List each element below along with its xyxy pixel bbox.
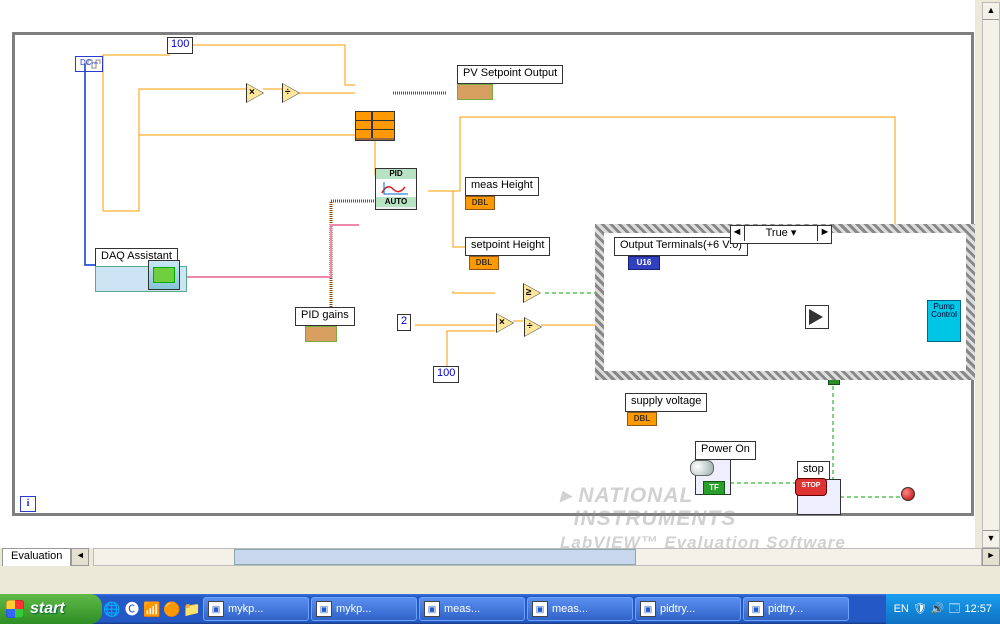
quick-launch-3[interactable]: 🟠 xyxy=(162,594,182,624)
output-terminals-terminal[interactable]: U16 xyxy=(628,256,660,270)
diagram-canvas[interactable]: 100 2 100 0 × ÷ × ÷ ≥ ≥ PV Setpoint Outp… xyxy=(0,0,975,548)
case-value: True ▾ xyxy=(766,227,797,239)
stop-button[interactable]: STOP xyxy=(795,478,827,496)
case-structure[interactable]: Output Terminals(+6 V:0) U16 xyxy=(595,224,975,380)
tray-icon-2[interactable]: 🗔 xyxy=(949,603,961,615)
constant-2[interactable]: 2 xyxy=(397,314,411,331)
tray-icon-0[interactable]: 🛡 xyxy=(913,603,927,615)
labview-icon: ▣ xyxy=(532,601,548,617)
bottom-tab-bar: Evaluation ◄ ► xyxy=(0,548,1000,566)
windows-taskbar[interactable]: start 🌐🅒📶🟠📁 ▣mykp...▣mykp...▣meas...▣mea… xyxy=(0,594,1000,624)
pid-bot-text: AUTO xyxy=(376,197,416,207)
value: 100 xyxy=(437,367,455,379)
loop-stop-terminal[interactable] xyxy=(901,487,915,501)
value: 2 xyxy=(401,315,407,327)
system-tray[interactable]: EN 🛡 🔊 🗔 12:57 xyxy=(886,594,1000,624)
daq-assistant-node[interactable] xyxy=(148,260,180,290)
start-label: start xyxy=(30,600,65,618)
iteration-terminal: i xyxy=(20,496,36,512)
pid-top-text: PID xyxy=(376,169,416,179)
constant-100-top[interactable]: 100 xyxy=(167,37,193,54)
scroll-left-button[interactable]: ◄ xyxy=(71,548,89,566)
hscrollbar[interactable] xyxy=(93,548,982,566)
labview-icon: ▣ xyxy=(316,601,332,617)
pump-control-subvi[interactable]: Pump Control xyxy=(927,300,961,342)
hscroll-thumb[interactable] xyxy=(234,549,636,565)
quick-launch-1[interactable]: 🅒 xyxy=(122,594,142,624)
pid-gains-label: PID gains xyxy=(295,307,355,326)
tray-icons: 🛡 🔊 🗔 xyxy=(911,600,963,619)
case-next-button[interactable]: ► xyxy=(817,226,832,241)
quick-launch-4[interactable]: 📁 xyxy=(182,594,202,624)
vscroll-down[interactable]: ▼ xyxy=(983,530,999,547)
divide-op-2[interactable]: ÷ xyxy=(525,318,541,336)
pv-setpoint-label: PV Setpoint Output xyxy=(457,65,563,84)
meas-height-terminal[interactable]: DBL xyxy=(465,196,495,210)
lang-indicator[interactable]: EN xyxy=(894,603,909,615)
setpoint-height-label: setpoint Height xyxy=(465,237,550,256)
build-cluster-node[interactable] xyxy=(355,111,395,141)
taskbar-item-4[interactable]: ▣pidtry... xyxy=(635,597,741,621)
taskbar-item-3[interactable]: ▣meas... xyxy=(527,597,633,621)
start-button[interactable]: start xyxy=(0,594,102,624)
taskbar-item-0[interactable]: ▣mykp... xyxy=(203,597,309,621)
power-on-tf: TF xyxy=(703,481,725,495)
meas-height-label: meas Height xyxy=(465,177,539,196)
scroll-right-button[interactable]: ► xyxy=(982,548,1000,566)
case-selector[interactable]: ◄ True ▾ ► xyxy=(730,225,832,244)
labview-icon: ▣ xyxy=(640,601,656,617)
vscroll-up[interactable]: ▲ xyxy=(983,3,999,20)
clock[interactable]: 12:57 xyxy=(964,603,992,615)
taskbar-item-5[interactable]: ▣pidtry... xyxy=(743,597,849,621)
labview-icon: ▣ xyxy=(424,601,440,617)
windows-logo-icon xyxy=(6,600,24,618)
taskbar-item-1[interactable]: ▣mykp... xyxy=(311,597,417,621)
pv-setpoint-indicator[interactable] xyxy=(457,84,493,100)
vscrollbar[interactable]: ▲ ▼ xyxy=(982,2,1000,548)
supply-voltage-label: supply voltage xyxy=(625,393,707,412)
power-on-label: Power On xyxy=(695,441,756,460)
case-prev-button[interactable]: ◄ xyxy=(730,226,745,241)
pid-gains-control[interactable] xyxy=(305,326,337,342)
taskbar-item-2[interactable]: ▣meas... xyxy=(419,597,525,621)
pid-autotune-vi[interactable]: PID AUTO xyxy=(375,168,417,210)
tray-icon-1[interactable]: 🔊 xyxy=(931,603,945,615)
labview-icon: ▣ xyxy=(208,601,224,617)
compare-op-1[interactable]: ≥ xyxy=(524,284,540,302)
dc-source-icon: DC⎓ xyxy=(75,56,103,72)
setpoint-height-terminal[interactable]: DBL xyxy=(469,256,499,270)
evaluation-tab[interactable]: Evaluation xyxy=(2,548,71,566)
quick-launch-0[interactable]: 🌐 xyxy=(102,594,122,624)
quick-launch-2[interactable]: 📶 xyxy=(142,594,162,624)
task-buttons: ▣mykp...▣mykp...▣meas...▣meas...▣pidtry.… xyxy=(202,594,886,624)
value: 100 xyxy=(171,38,189,50)
labview-icon: ▣ xyxy=(748,601,764,617)
multiply-op-1[interactable]: × xyxy=(247,84,263,102)
quick-launch: 🌐🅒📶🟠📁 xyxy=(102,594,202,624)
output-terminals-label: Output Terminals(+6 V:0) xyxy=(614,237,748,256)
power-on-switch-icon[interactable] xyxy=(690,460,714,476)
constant-100-b[interactable]: 100 xyxy=(433,366,459,383)
supply-voltage-terminal[interactable]: DBL xyxy=(627,412,657,426)
multiply-op-2[interactable]: × xyxy=(497,314,513,332)
build-array-node[interactable] xyxy=(805,305,829,329)
divide-op-1[interactable]: ÷ xyxy=(283,84,299,102)
